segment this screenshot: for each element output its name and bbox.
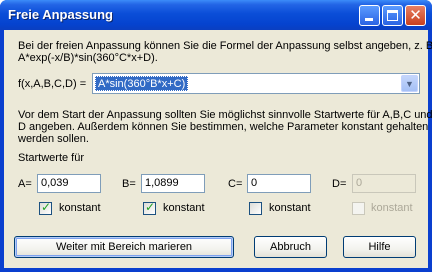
info-text-line-1: Vor dem Start der Anpassung sollten Sie … [18, 109, 432, 121]
window-title: Freie Anpassung [8, 7, 113, 22]
minimize-button[interactable] [359, 5, 380, 26]
param-a-input[interactable]: 0,039 [37, 174, 101, 193]
intro-text-line-1: Bei der freien Anpassung können Sie die … [18, 40, 432, 52]
maximize-icon [387, 10, 398, 21]
minimize-icon [365, 18, 373, 21]
info-text-line-3: werden sollen. [18, 133, 89, 145]
cancel-button[interactable]: Abbruch [254, 236, 327, 258]
param-b-input[interactable]: 1,0899 [141, 174, 205, 193]
start-values-label: Startwerte für [18, 152, 85, 164]
checkmark-icon: ✓ [145, 200, 156, 214]
chevron-down-icon[interactable]: ▼ [401, 75, 418, 92]
param-b-label: B= [122, 178, 136, 190]
param-d-input: 0 [352, 174, 416, 193]
maximize-button[interactable] [382, 5, 403, 26]
param-d-label: D= [332, 178, 347, 190]
param-b-constant-checkbox[interactable]: ✓ [143, 200, 156, 215]
param-c-constant-label[interactable]: konstant [269, 202, 311, 214]
close-button[interactable]: ✕ [405, 5, 426, 26]
param-c-label: C= [228, 178, 243, 190]
intro-text-line-2: A*exp(-x/B)*sin(360°C*x+D). [18, 52, 158, 64]
close-icon: ✕ [409, 6, 422, 24]
dialog-body: Bei der freien Anpassung können Sie die … [4, 30, 432, 268]
formula-combobox[interactable]: A*sin(360°B*x+C) ▼ [92, 73, 420, 94]
param-c-input[interactable]: 0 [247, 174, 311, 193]
param-b-constant-label[interactable]: konstant [163, 202, 205, 214]
continue-button[interactable]: Weiter mit Bereich marieren [14, 236, 234, 258]
dialog-window: Freie Anpassung ✕ Bei der freien Anpassu… [0, 0, 432, 272]
info-text-line-2: D angeben. Außerdem können Sie bestimmen… [18, 121, 429, 133]
param-d-constant-checkbox [352, 202, 365, 215]
param-d-constant-label: konstant [371, 202, 413, 214]
checkmark-icon: ✓ [41, 200, 52, 214]
formula-value[interactable]: A*sin(360°B*x+C) [95, 76, 189, 91]
title-bar[interactable]: Freie Anpassung ✕ [0, 0, 432, 30]
param-a-constant-checkbox[interactable]: ✓ [39, 200, 52, 215]
formula-label: f(x,A,B,C,D) = [18, 78, 87, 90]
param-a-label: A= [18, 178, 32, 190]
param-a-constant-label[interactable]: konstant [59, 202, 101, 214]
param-c-constant-checkbox[interactable] [249, 202, 262, 215]
help-button[interactable]: Hilfe [343, 236, 416, 258]
